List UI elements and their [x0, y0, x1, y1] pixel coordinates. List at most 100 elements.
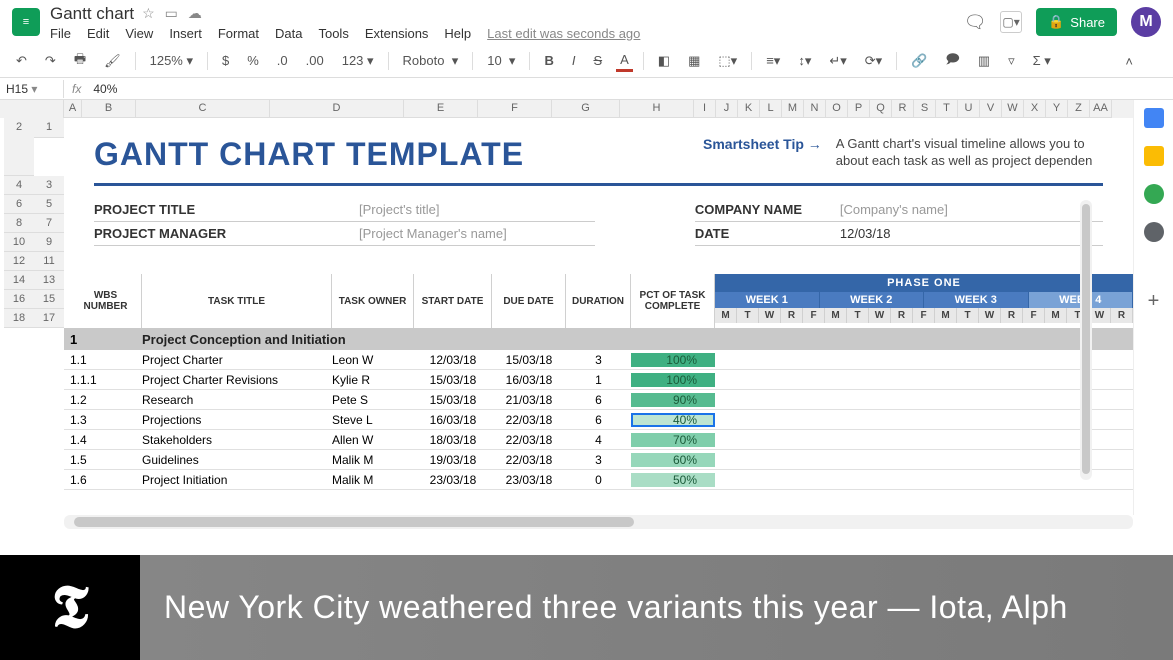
- borders-icon[interactable]: ▦: [684, 51, 704, 71]
- col-header[interactable]: G: [552, 100, 620, 118]
- row-header[interactable]: 18: [4, 309, 34, 328]
- row-header[interactable]: 5: [34, 195, 64, 214]
- col-header[interactable]: N: [804, 100, 826, 118]
- row-header[interactable]: 17: [34, 309, 64, 328]
- col-header[interactable]: M: [782, 100, 804, 118]
- spreadsheet-grid[interactable]: ABCDEFGHIJKLMNOPQRSTUVWXYZAA 12345678910…: [0, 100, 1133, 515]
- row-header[interactable]: 7: [34, 214, 64, 233]
- link-icon[interactable]: 🔗: [907, 51, 931, 71]
- percent-button[interactable]: %: [243, 51, 263, 70]
- smartsheet-tip-link[interactable]: Smartsheet Tip →: [703, 136, 822, 152]
- move-icon[interactable]: ▭: [165, 5, 178, 22]
- wrap-icon[interactable]: ↵▾: [825, 51, 850, 71]
- col-header[interactable]: AA: [1090, 100, 1112, 118]
- increase-decimal-button[interactable]: .00: [302, 51, 328, 70]
- present-icon[interactable]: ▢▾: [1000, 11, 1022, 33]
- rotate-icon[interactable]: ⟳▾: [861, 51, 886, 71]
- col-header[interactable]: E: [404, 100, 478, 118]
- row-header[interactable]: 4: [4, 176, 34, 195]
- menu-file[interactable]: File: [50, 26, 71, 41]
- col-header[interactable]: Z: [1068, 100, 1090, 118]
- halign-icon[interactable]: ≡▾: [762, 51, 784, 71]
- col-header[interactable]: O: [826, 100, 848, 118]
- row-header[interactable]: 14: [4, 271, 34, 290]
- task-row[interactable]: 1.4StakeholdersAllen W18/03/1822/03/1847…: [64, 430, 1133, 450]
- menu-insert[interactable]: Insert: [169, 26, 202, 41]
- keep-icon[interactable]: [1144, 146, 1164, 166]
- col-header[interactable]: W: [1002, 100, 1024, 118]
- tasks-icon[interactable]: [1144, 184, 1164, 204]
- task-row[interactable]: 1.1Project CharterLeon W12/03/1815/03/18…: [64, 350, 1133, 370]
- row-header[interactable]: 15: [34, 290, 64, 309]
- menu-format[interactable]: Format: [218, 26, 259, 41]
- text-color-button[interactable]: A: [616, 50, 633, 72]
- formula-value[interactable]: 40%: [89, 82, 117, 96]
- row-header[interactable]: 8: [4, 214, 34, 233]
- undo-icon[interactable]: ↶: [12, 51, 31, 71]
- decrease-decimal-button[interactable]: .0: [273, 51, 292, 70]
- bold-button[interactable]: B: [540, 51, 557, 70]
- row-header[interactable]: 12: [4, 252, 34, 271]
- functions-icon[interactable]: Σ ▾: [1029, 51, 1055, 71]
- task-row[interactable]: 1.2ResearchPete S15/03/1821/03/18690%: [64, 390, 1133, 410]
- col-header[interactable]: H: [620, 100, 694, 118]
- col-header[interactable]: C: [136, 100, 270, 118]
- project-manager-value[interactable]: [Project Manager's name]: [359, 226, 507, 241]
- menu-help[interactable]: Help: [444, 26, 471, 41]
- contacts-icon[interactable]: [1144, 222, 1164, 242]
- print-icon[interactable]: 🖶: [70, 48, 90, 74]
- row-header[interactable]: 16: [4, 290, 34, 309]
- col-header[interactable]: T: [936, 100, 958, 118]
- collapse-toolbar-icon[interactable]: ˄: [1125, 54, 1133, 69]
- row-header[interactable]: 11: [34, 252, 64, 271]
- horizontal-scrollbar[interactable]: [64, 515, 1133, 529]
- task-row[interactable]: 1.5GuidelinesMalik M19/03/1822/03/18360%: [64, 450, 1133, 470]
- row-header[interactable]: 3: [34, 176, 64, 195]
- col-header[interactable]: L: [760, 100, 782, 118]
- star-icon[interactable]: ☆: [142, 5, 155, 22]
- row-header[interactable]: 1: [34, 118, 64, 138]
- col-header[interactable]: P: [848, 100, 870, 118]
- fill-color-icon[interactable]: ◧: [654, 51, 674, 71]
- col-header[interactable]: D: [270, 100, 404, 118]
- task-row[interactable]: 1.6Project InitiationMalik M23/03/1823/0…: [64, 470, 1133, 490]
- merge-icon[interactable]: ⬚▾: [714, 51, 741, 71]
- filter-icon[interactable]: ▿: [1004, 51, 1019, 71]
- row-header[interactable]: 10: [4, 233, 34, 252]
- project-title-value[interactable]: [Project's title]: [359, 202, 440, 217]
- share-button[interactable]: 🔒 Share: [1036, 8, 1117, 36]
- valign-icon[interactable]: ↕▾: [794, 51, 815, 71]
- strike-button[interactable]: S: [589, 51, 606, 70]
- col-header[interactable]: U: [958, 100, 980, 118]
- number-format-button[interactable]: 123 ▾: [338, 51, 378, 71]
- col-header[interactable]: Q: [870, 100, 892, 118]
- zoom-select[interactable]: 125% ▾: [146, 51, 197, 71]
- italic-button[interactable]: I: [568, 51, 580, 70]
- col-header[interactable]: S: [914, 100, 936, 118]
- col-header[interactable]: R: [892, 100, 914, 118]
- vertical-scrollbar[interactable]: [1080, 200, 1092, 480]
- avatar[interactable]: M: [1131, 7, 1161, 37]
- col-header[interactable]: I: [694, 100, 716, 118]
- comment-icon[interactable]: 🗩: [941, 48, 963, 74]
- date-value[interactable]: 12/03/18: [840, 226, 891, 241]
- col-header[interactable]: K: [738, 100, 760, 118]
- col-header[interactable]: X: [1024, 100, 1046, 118]
- currency-button[interactable]: $: [218, 51, 233, 70]
- row-header[interactable]: 2: [4, 118, 34, 176]
- calendar-icon[interactable]: [1144, 108, 1164, 128]
- paint-format-icon[interactable]: 🖌: [100, 51, 125, 71]
- menu-edit[interactable]: Edit: [87, 26, 109, 41]
- name-box[interactable]: H15 ▾: [0, 80, 64, 98]
- menu-tools[interactable]: Tools: [318, 26, 348, 41]
- comments-icon[interactable]: 🗨: [964, 11, 986, 33]
- menu-view[interactable]: View: [125, 26, 153, 41]
- add-addon-icon[interactable]: +: [1148, 290, 1160, 313]
- task-row[interactable]: 1.1.1Project Charter RevisionsKylie R15/…: [64, 370, 1133, 390]
- cloud-icon[interactable]: ☁: [188, 5, 202, 22]
- doc-title[interactable]: Gantt chart: [50, 4, 134, 24]
- last-edit-link[interactable]: Last edit was seconds ago: [487, 26, 640, 41]
- font-size-select[interactable]: 10 ▾: [483, 51, 519, 71]
- column-headers[interactable]: ABCDEFGHIJKLMNOPQRSTUVWXYZAA: [0, 100, 1133, 118]
- col-header[interactable]: A: [64, 100, 82, 118]
